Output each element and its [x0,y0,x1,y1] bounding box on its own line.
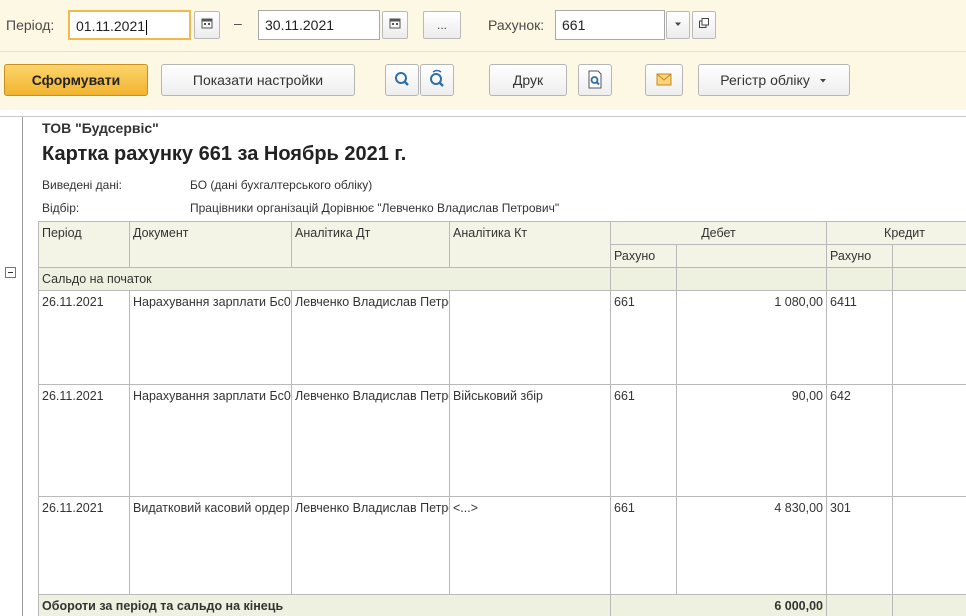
generate-button[interactable]: Сформувати [4,64,148,96]
search-next-icon[interactable] [420,64,454,96]
report-area: ТОВ "Будсервіс" Картка рахунку 661 за Но… [0,116,966,616]
col-debit: Дебет [610,221,827,245]
cell-period: 26.11.2021 [38,290,130,385]
group-gutter-line [22,117,23,616]
col-period: Період [38,221,130,268]
col-debit-amount [676,244,827,268]
date-to-value: 30.11.2021 [265,17,335,33]
filter-value: Працівники організацій Дорівнює "Левченк… [190,201,560,215]
cell-period: 26.11.2021 [38,496,130,595]
cell-analytics-kt: Військовий збір [449,384,611,497]
cell-credit-amount [891,384,966,497]
open-icon[interactable] [692,11,716,39]
calendar-icon[interactable] [194,11,220,39]
totals-debit: 6 000,00 [610,594,827,616]
collapse-group-icon[interactable] [5,267,16,278]
cell-analytics-kt [449,290,611,385]
account-card-table: Період Документ Аналітика Дт Аналітика К… [38,221,966,616]
col-document: Документ [129,221,292,268]
cell-credit-amount [891,290,966,385]
cell-document: Нарахування зарплати Бс00-000001 від 26.… [129,384,292,497]
table-row[interactable]: 26.11.2021 Видатковий касовий ордер Бс00… [38,496,966,595]
cell-debit-amount: 1 080,00 [676,290,827,385]
col-analytics-dt: Аналітика Дт [291,221,450,268]
chevron-down-icon[interactable] [666,11,690,39]
filter-label: Відбір: [42,201,80,215]
account-value: 661 [562,17,586,33]
print-preview-icon[interactable] [578,64,612,96]
print-button[interactable]: Друк [489,64,567,96]
chevron-down-icon [819,79,826,83]
date-to-input[interactable]: 30.11.2021 [258,10,380,40]
data-source-label: Виведені дані: [42,178,122,192]
cell-credit-account: 6411 [826,290,893,385]
cell-credit-account: 642 [826,384,893,497]
date-from-input[interactable]: 01.11.2021 [68,10,191,40]
col-analytics-kt: Аналітика Кт [449,221,611,268]
command-toolbar: Сформувати Показати настройки Друк Регіс… [0,52,966,110]
date-from-value: 01.11.2021 [76,18,146,34]
period-label: Період: [6,17,55,33]
cell-debit-account: 661 [610,384,677,497]
table-row[interactable]: 26.11.2021 Нарахування зарплати Бс00-000… [38,384,966,497]
search-icon[interactable] [385,64,419,96]
cell-analytics-dt: Левченко Владислав Петрович [291,290,450,385]
data-source-value: БО (дані бухгалтерського обліку) [190,178,373,192]
cell-debit-account: 661 [610,496,677,595]
totals-row[interactable]: Обороти за період та сальдо на кінець 6 … [38,594,966,616]
cell-document: Нарахування зарплати Бс00-000001 від 26.… [129,290,292,385]
opening-balance-row[interactable]: Сальдо на початок [38,267,966,291]
table-row[interactable]: 26.11.2021 Нарахування зарплати Бс00-000… [38,290,966,385]
table-header-row: Період Документ Аналітика Дт Аналітика К… [38,221,966,268]
period-dash: – [234,15,242,31]
col-credit-account: Рахуно [826,244,893,268]
opening-balance-label: Сальдо на початок [38,267,611,291]
cell-analytics-dt: Левченко Владислав Петрович [291,384,450,497]
cell-credit-amount [891,496,966,595]
show-settings-button[interactable]: Показати настройки [161,64,355,96]
period-select-button[interactable]: ... [423,11,461,39]
report-title: Картка рахунку 661 за Ноябрь 2021 г. [42,143,407,165]
register-dropdown-button[interactable]: Регістр обліку [698,64,850,96]
organization-name: ТОВ "Будсервіс" [42,120,159,136]
account-input[interactable]: 661 [555,10,665,40]
cell-analytics-kt: <...> [449,496,611,595]
cell-document: Видатковий касовий ордер Бс00-000002 від… [129,496,292,595]
cell-credit-account: 301 [826,496,893,595]
cell-debit-amount: 90,00 [676,384,827,497]
filter-toolbar: Період: 01.11.2021 – 30.11.2021 ... Раху… [0,0,966,52]
col-credit-amount [891,244,966,268]
account-label: Рахунок: [488,17,545,33]
totals-label: Обороти за період та сальдо на кінець [38,594,611,616]
cell-period: 26.11.2021 [38,384,130,497]
mail-icon[interactable] [645,64,683,96]
register-label: Регістр обліку [720,72,810,88]
col-credit: Кредит [825,221,966,245]
calendar-icon[interactable] [382,11,408,39]
cell-debit-account: 661 [610,290,677,385]
cell-debit-amount: 4 830,00 [676,496,827,595]
cell-analytics-dt: Левченко Владислав Петрович [291,496,450,595]
col-debit-account: Рахуно [610,244,677,268]
